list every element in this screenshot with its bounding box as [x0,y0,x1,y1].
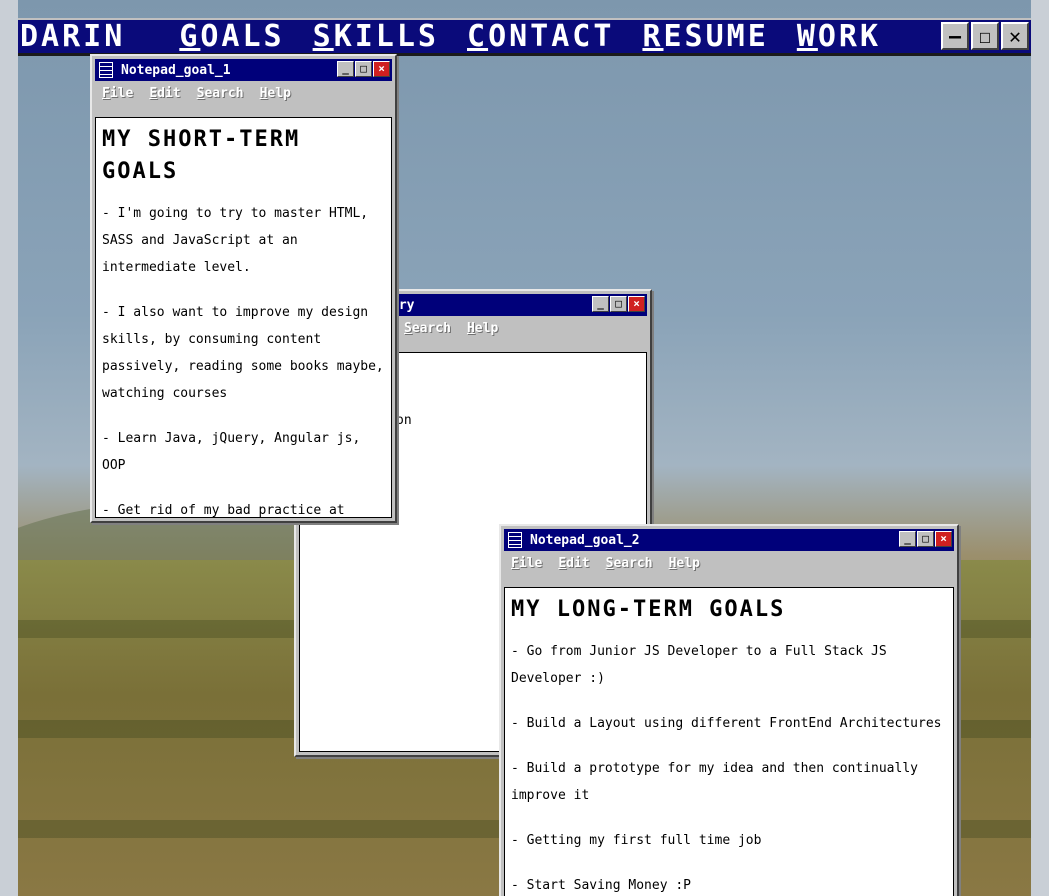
menu-help[interactable]: Help [467,321,498,336]
goal-item: - Build a prototype for my idea and then… [511,761,918,803]
goal-item: - Learn Java, jQuery, Angular js, OOP [102,431,361,473]
top-nav-bar: DARIN GOALS SKILLS CONTACT RESUME WORK —… [18,18,1031,56]
window-goal-1[interactable]: Notepad_goal_1 _ □ × File Edit Search He… [90,54,397,523]
notepad-icon [508,532,522,548]
goal-item: - Build a Layout using different FrontEn… [511,716,942,731]
window-goal-1-title: Notepad_goal_1 [121,62,231,78]
window-goal-1-menubar: File Edit Search Help [102,86,291,101]
nav-goals[interactable]: GOALS [179,19,284,54]
minimize-button[interactable]: — [941,22,969,50]
menu-edit[interactable]: Edit [558,556,589,571]
menu-file[interactable]: File [102,86,133,101]
maximize-button[interactable]: ☐ [971,22,999,50]
window-summary-heading: T [374,363,640,395]
goal-item: - I also want to improve my design skill… [102,305,384,401]
close-button[interactable]: × [935,531,952,547]
nav-work[interactable]: WORK [797,19,881,54]
window-goal-2-titlebar[interactable]: Notepad_goal_2 _ □ × [504,529,954,551]
notepad-icon [99,62,113,78]
window-goal-1-heading: MY SHORT-TERM GOALS [102,127,301,184]
window-goal-1-titlebar[interactable]: Notepad_goal_1 _ □ × [95,59,392,81]
minimize-button[interactable]: _ [337,61,354,77]
page-margin [1031,0,1049,896]
nav-contact[interactable]: CONTACT [467,19,614,54]
goal-item: - Get rid of my bad practice at [102,503,345,518]
goal-item: - Getting my first full time job [511,833,762,848]
close-button[interactable]: × [373,61,390,77]
menu-help[interactable]: Help [669,556,700,571]
menu-search[interactable]: Search [606,556,653,571]
nav-brand[interactable]: DARIN [20,19,125,54]
window-summary-menubar: Search Help [404,321,498,336]
window-goal-2-title: Notepad_goal_2 [530,532,640,548]
goal-item: - Start Saving Money :P [511,878,692,893]
minimize-button[interactable]: _ [899,531,916,547]
window-goal-2-heading: MY LONG-TERM GOALS [511,597,786,622]
nav-window-controls: — ☐ ✕ [941,22,1029,50]
window-goal-2[interactable]: Notepad_goal_2 _ □ × File Edit Search He… [499,524,959,896]
nav-resume[interactable]: RESUME [642,19,768,54]
window-goal-2-content[interactable]: MY LONG-TERM GOALS - Go from Junior JS D… [504,587,954,896]
close-button[interactable]: × [628,296,645,312]
window-summary-text: on [396,413,412,428]
menu-edit[interactable]: Edit [149,86,180,101]
goal-item: - Go from Junior JS Developer to a Full … [511,644,887,686]
menu-search[interactable]: Search [197,86,244,101]
window-goal-1-content[interactable]: MY SHORT-TERM GOALS - I'm going to try t… [95,117,392,518]
maximize-button[interactable]: □ [917,531,934,547]
nav-skills[interactable]: SKILLS [313,19,439,54]
menu-file[interactable]: File [511,556,542,571]
window-goal-2-menubar: File Edit Search Help [511,556,700,571]
maximize-button[interactable]: □ [355,61,372,77]
goal-item: - I'm going to try to master HTML, SASS … [102,206,369,275]
menu-search[interactable]: Search [404,321,451,336]
close-button[interactable]: ✕ [1001,22,1029,50]
minimize-button[interactable]: _ [592,296,609,312]
maximize-button[interactable]: □ [610,296,627,312]
menu-help[interactable]: Help [260,86,291,101]
